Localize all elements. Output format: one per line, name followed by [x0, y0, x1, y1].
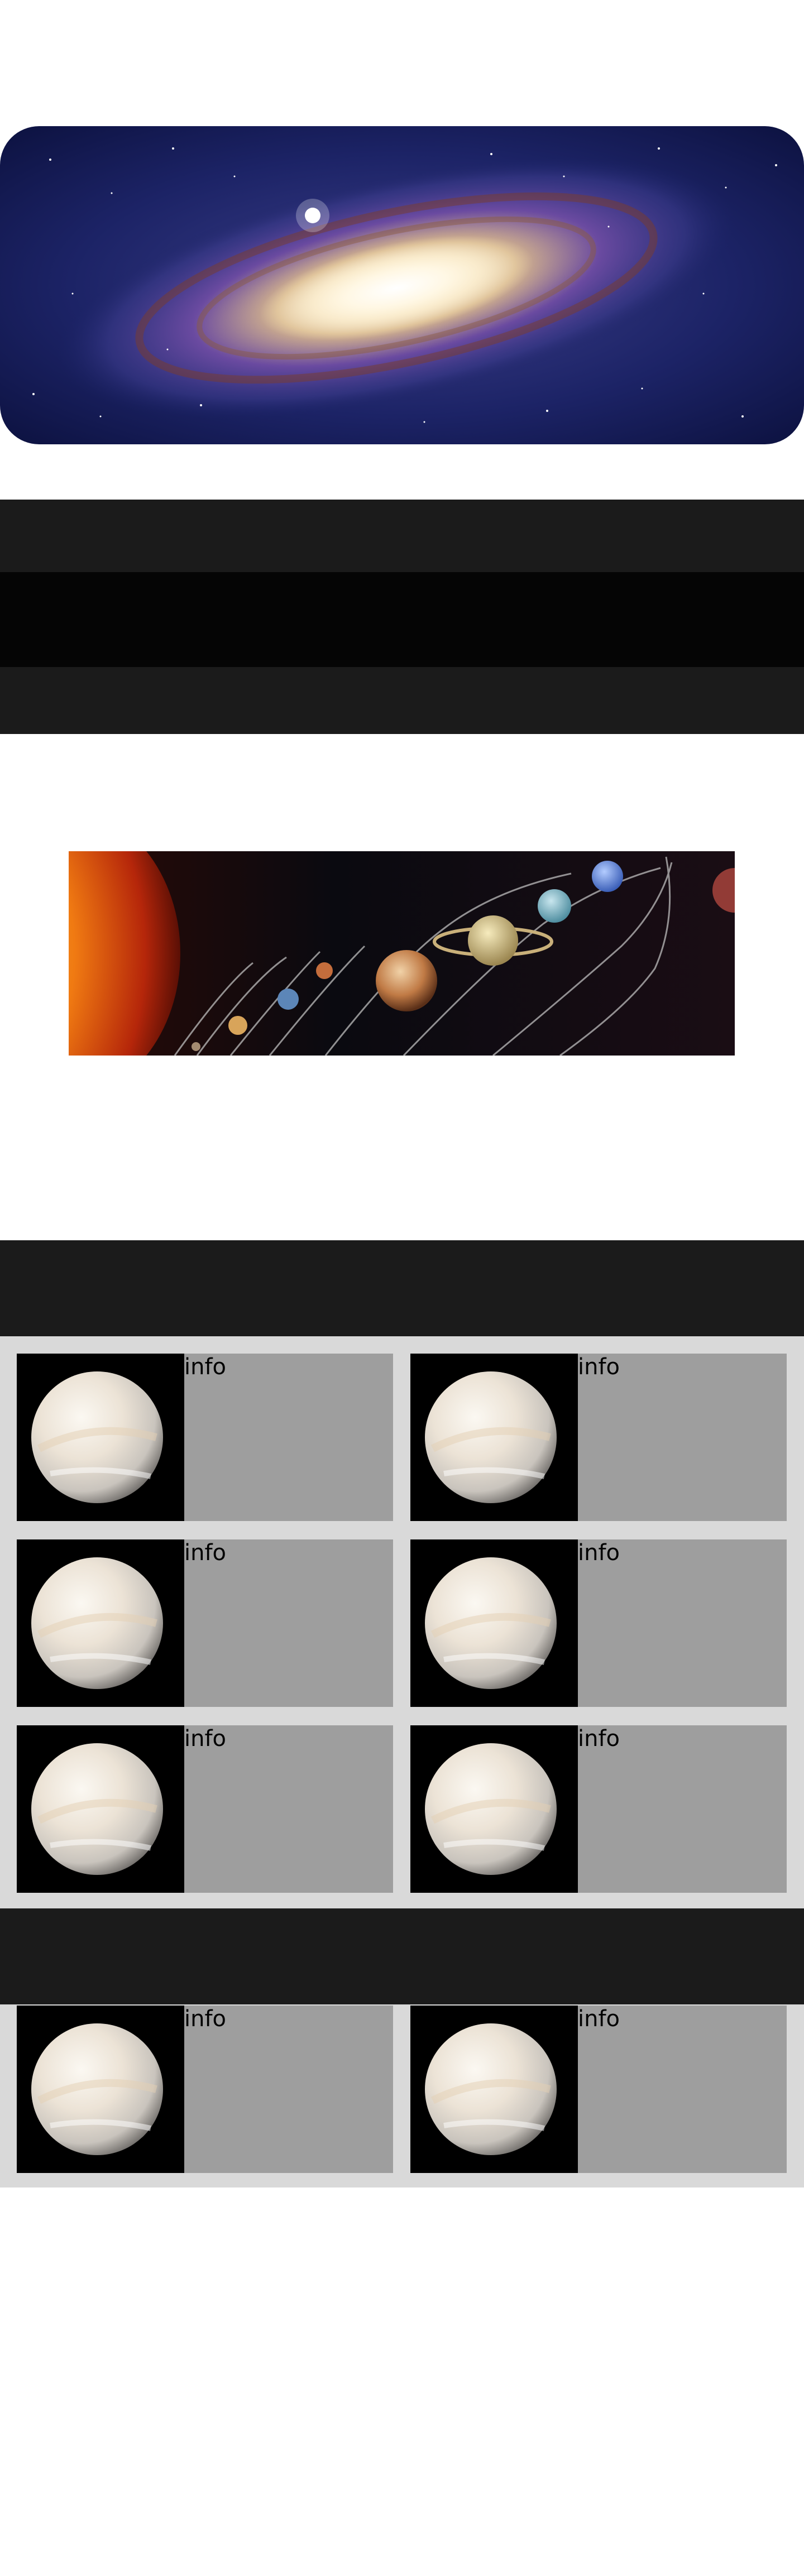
solar-system-icon	[69, 851, 735, 1056]
card-info-label[interactable]: info	[184, 2006, 226, 2032]
section-header-bar-2	[0, 1908, 804, 2004]
venus-icon	[410, 2006, 578, 2173]
venus-icon	[410, 1354, 578, 1521]
planet-card[interactable]: info	[410, 2006, 787, 2173]
card-info-label[interactable]: info	[578, 1354, 620, 1380]
planet-card[interactable]: info	[17, 1539, 393, 1707]
card-info-label[interactable]: info	[184, 1354, 226, 1380]
venus-icon	[410, 1539, 578, 1707]
card-info-label[interactable]: info	[578, 2006, 620, 2032]
galaxy-hero-image	[0, 126, 804, 444]
card-info-label[interactable]: info	[578, 1539, 620, 1566]
venus-icon	[17, 1725, 184, 1893]
planet-card[interactable]: info	[410, 1539, 787, 1707]
venus-icon	[17, 1354, 184, 1521]
planet-card[interactable]: info	[17, 2006, 393, 2173]
card-info-label[interactable]: info	[184, 1539, 226, 1566]
card-info-label[interactable]: info	[578, 1725, 620, 1752]
solar-system-banner	[69, 851, 735, 1056]
band-middle-strip	[0, 572, 804, 667]
band-top-strip	[0, 500, 804, 572]
planet-card[interactable]: info	[410, 1354, 787, 1521]
section-header-bar	[0, 1240, 804, 1336]
venus-icon	[17, 2006, 184, 2173]
dark-band	[0, 500, 804, 734]
venus-icon	[17, 1539, 184, 1707]
planet-card[interactable]: info	[410, 1725, 787, 1893]
card-info-label[interactable]: info	[184, 1725, 226, 1752]
galaxy-icon	[0, 126, 804, 444]
planet-card[interactable]: info	[17, 1354, 393, 1521]
band-bottom-strip	[0, 667, 804, 734]
venus-icon	[410, 1725, 578, 1893]
planet-card[interactable]: info	[17, 1725, 393, 1893]
